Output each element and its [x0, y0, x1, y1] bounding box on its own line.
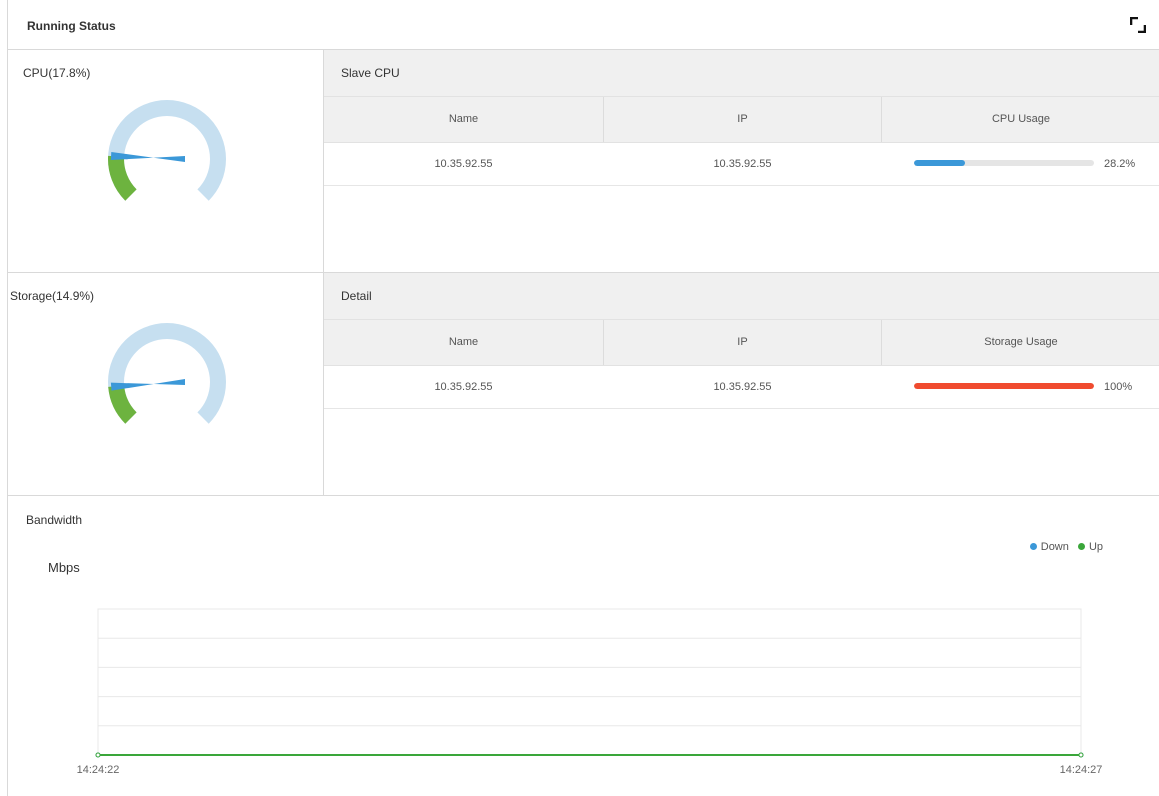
- data-point-up: [95, 752, 101, 758]
- bandwidth-chart: 14:24:22 14:24:27: [77, 608, 1103, 776]
- cpu-usage-value: 28.2%: [1104, 158, 1136, 170]
- column-header-name[interactable]: Name: [324, 97, 604, 142]
- column-header-ip[interactable]: IP: [604, 320, 882, 365]
- detail-table-header: Name IP Storage Usage: [324, 320, 1159, 366]
- column-header-cpu-usage[interactable]: CPU Usage: [882, 97, 1159, 142]
- cpu-gauge-panel: CPU(17.8%): [8, 50, 324, 273]
- page-title: Running Status: [27, 19, 116, 33]
- storage-usage-bar-fill: [914, 383, 1094, 389]
- gauge-track: [108, 323, 226, 424]
- fullscreen-icon[interactable]: [1130, 17, 1146, 33]
- column-header-ip[interactable]: IP: [604, 97, 882, 142]
- table-row[interactable]: 10.35.92.55 10.35.92.55 28.2%: [324, 143, 1159, 186]
- gauge-fill: [108, 155, 137, 201]
- column-header-storage-usage[interactable]: Storage Usage: [882, 320, 1159, 365]
- table-row[interactable]: 10.35.92.55 10.35.92.55 100%: [324, 366, 1159, 409]
- data-point-up: [1078, 752, 1084, 758]
- cpu-usage-bar-fill: [914, 160, 965, 166]
- cpu-usage-bar: [914, 160, 1094, 166]
- x-tick-label: 14:24:27: [1060, 764, 1103, 776]
- bandwidth-panel: Bandwidth Mbps Down Up 14:24:22 14:24:27: [8, 496, 1159, 796]
- row-ip: 10.35.92.55: [713, 381, 772, 393]
- x-tick-label: 14:24:22: [77, 764, 120, 776]
- row-name: 10.35.92.55: [434, 158, 493, 170]
- detail-title: Detail: [341, 289, 372, 303]
- detail-panel: Detail Name IP Storage Usage 10.35.92.55…: [324, 273, 1159, 496]
- column-header-name[interactable]: Name: [324, 320, 604, 365]
- slave-cpu-header: Slave CPU: [324, 50, 1159, 97]
- detail-header: Detail: [324, 273, 1159, 320]
- row-name: 10.35.92.55: [434, 381, 493, 393]
- gauge-track: [108, 100, 226, 201]
- slave-cpu-title: Slave CPU: [341, 66, 400, 80]
- gauge-fill: [108, 385, 137, 424]
- cpu-gauge: [108, 100, 226, 201]
- plot-area: [97, 608, 1082, 756]
- running-status-panel: Running Status CPU(17.8%) Slave CPU Name…: [7, 0, 1159, 796]
- row-ip: 10.35.92.55: [713, 158, 772, 170]
- storage-label: Storage(14.9%): [10, 289, 95, 303]
- storage-usage-value: 100%: [1104, 381, 1133, 393]
- panel-header: Running Status: [8, 0, 1159, 50]
- cpu-label: CPU(17.8%): [23, 66, 91, 80]
- slave-cpu-table-header: Name IP CPU Usage: [324, 97, 1159, 143]
- storage-gauge-panel: Storage(14.9%): [8, 273, 324, 496]
- storage-usage-bar: [914, 383, 1094, 389]
- storage-gauge: [108, 323, 226, 424]
- slave-cpu-panel: Slave CPU Name IP CPU Usage 10.35.92.55 …: [324, 50, 1159, 273]
